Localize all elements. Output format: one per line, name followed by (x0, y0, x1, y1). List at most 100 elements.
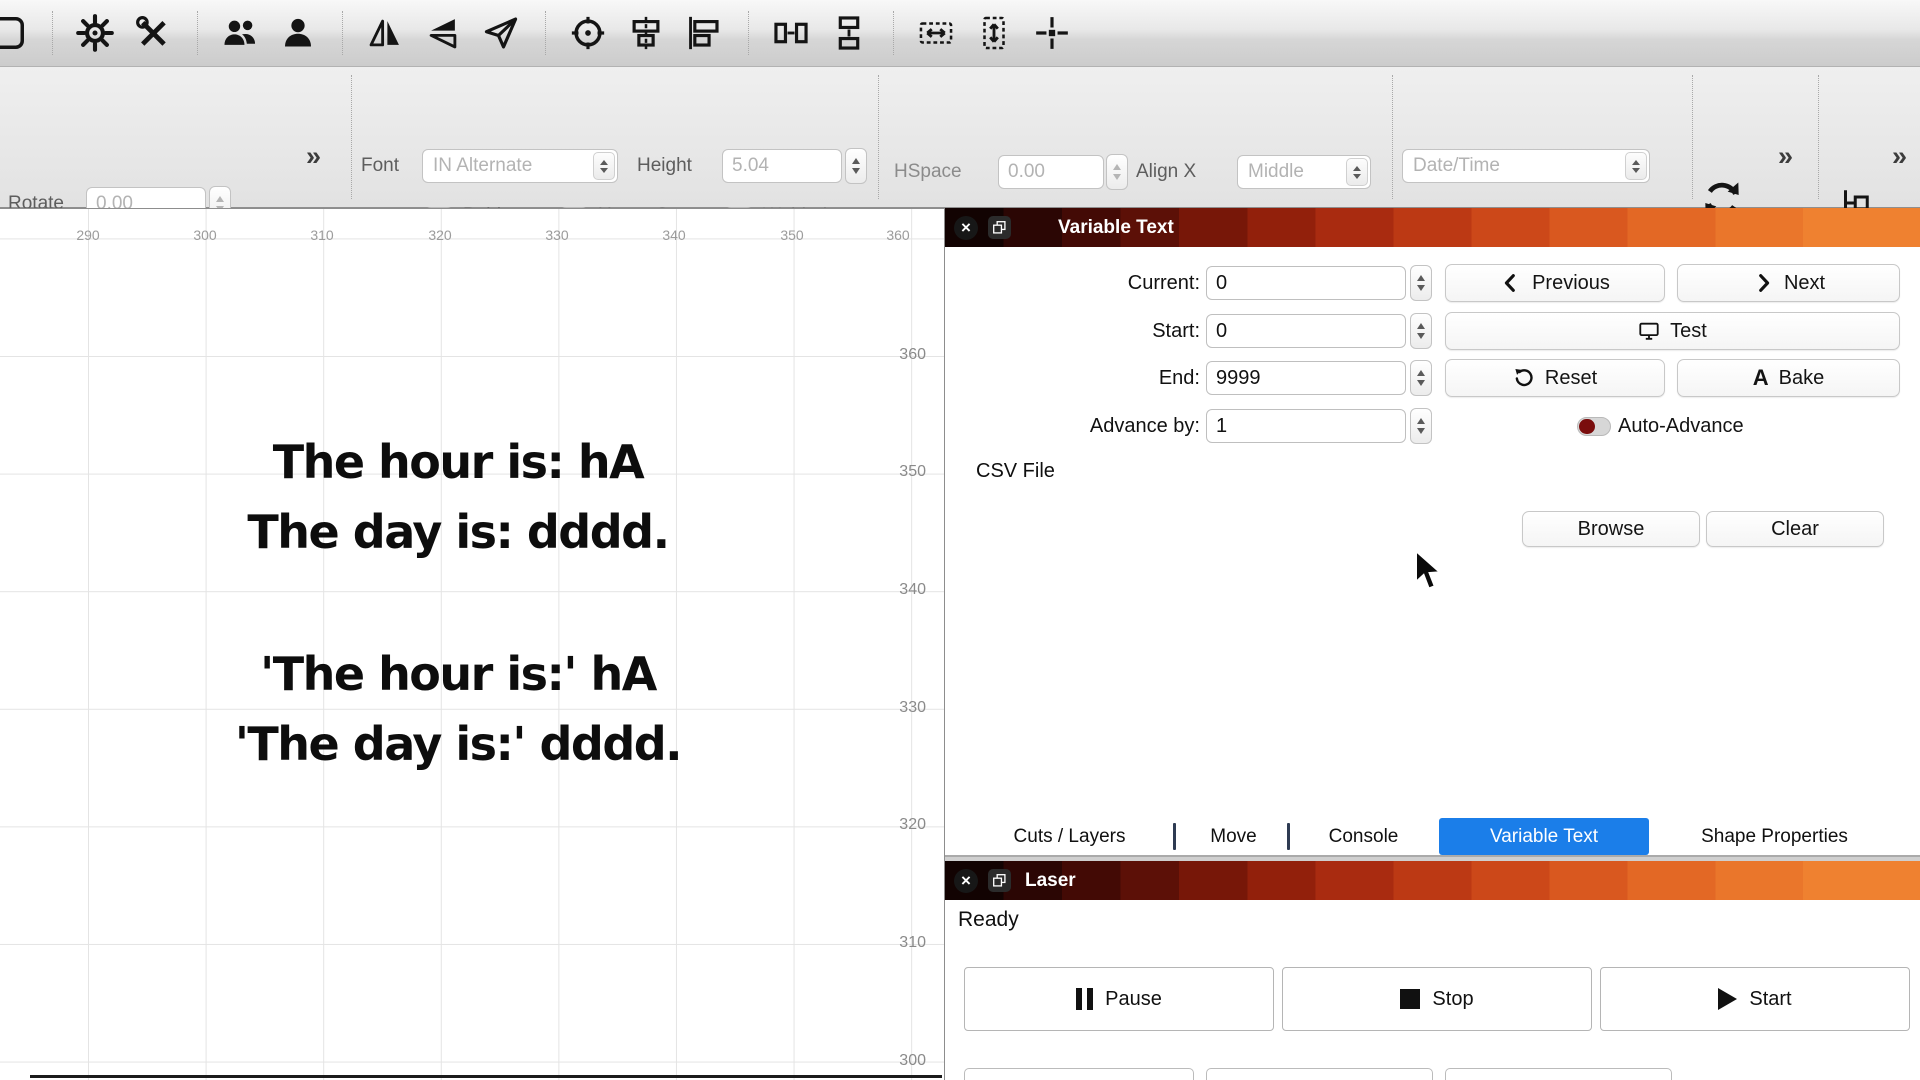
start-stepper[interactable] (1410, 313, 1432, 349)
test-button[interactable]: Test (1445, 312, 1900, 350)
height-stepper[interactable] (845, 148, 867, 184)
chevron-updown-icon (1346, 158, 1368, 186)
end-label: End: (976, 361, 1200, 395)
browse-button[interactable]: Browse (1522, 511, 1700, 547)
ruler-right-label: 340 (884, 581, 926, 599)
overflow-chevron-icon[interactable]: » (1892, 143, 1907, 170)
stop-button[interactable]: Stop (1282, 967, 1592, 1031)
csv-file-label: CSV File (976, 460, 1055, 483)
workspace-canvas[interactable]: The hour is: hA The day is: dddd. 'The h… (0, 208, 945, 1080)
previous-button[interactable]: Previous (1445, 264, 1665, 302)
current-stepper[interactable] (1410, 265, 1432, 301)
date-time-select[interactable]: Date/Time (1402, 149, 1650, 183)
tab-shape-properties[interactable]: Shape Properties (1659, 818, 1890, 855)
toolbar-group-separator (893, 11, 894, 55)
reset-button[interactable]: Reset (1445, 359, 1665, 397)
resize-height-icon[interactable] (972, 11, 1016, 55)
laser-extra-button[interactable] (964, 1068, 1194, 1080)
height-label: Height (637, 149, 692, 183)
mouse-cursor (1412, 549, 1446, 598)
browse-button-label: Browse (1578, 518, 1645, 541)
hspace-label: HSpace (894, 155, 962, 189)
gear-icon[interactable] (73, 11, 117, 55)
resize-width-icon[interactable] (914, 11, 958, 55)
next-button[interactable]: Next (1677, 264, 1900, 302)
overflow-chevron-icon[interactable]: » (306, 143, 321, 170)
panel-title: Laser (1025, 861, 1076, 900)
auto-advance-label: Auto-Advance (1618, 415, 1744, 438)
tab-move[interactable]: Move (1194, 818, 1273, 855)
distribute-horizontal-icon[interactable] (769, 11, 813, 55)
advance-by-input[interactable] (1206, 409, 1406, 443)
canvas-text-line[interactable]: 'The day is:' dddd. (0, 717, 916, 771)
close-icon[interactable]: × (954, 216, 978, 240)
clear-button[interactable]: Clear (1706, 511, 1884, 547)
laser-extra-button[interactable] (1206, 1068, 1433, 1080)
current-input[interactable] (1206, 266, 1406, 300)
ruler-top-label: 290 (68, 227, 108, 243)
application-window: » Rotate Font IN Alternate Height Bold I… (0, 0, 1920, 1080)
hspace-stepper[interactable] (1106, 154, 1128, 190)
pause-icon (1076, 988, 1093, 1010)
bake-button[interactable]: A Bake (1677, 359, 1900, 397)
font-select-value: IN Alternate (433, 155, 589, 177)
ruler-top-label: 350 (772, 227, 812, 243)
auto-advance-toggle[interactable]: Auto-Advance (1577, 415, 1744, 437)
date-time-select-value: Date/Time (1413, 155, 1621, 177)
height-input[interactable] (722, 149, 842, 183)
toolbar-group-separator (52, 11, 53, 55)
main-toolbar (0, 0, 1920, 67)
distribute-vertical-icon[interactable] (827, 11, 871, 55)
target-icon[interactable] (566, 11, 610, 55)
overflow-chevron-icon[interactable]: » (1778, 143, 1793, 170)
canvas-text-line[interactable]: The day is: dddd. (0, 505, 916, 559)
ruler-top-label: 320 (420, 227, 460, 243)
current-label: Current: (976, 266, 1200, 300)
pause-button[interactable]: Pause (964, 967, 1274, 1031)
tab-divider (1173, 823, 1176, 850)
tab-variable-text[interactable]: Variable Text (1439, 818, 1649, 855)
reset-icon (1513, 367, 1535, 389)
flip-horizontal-icon[interactable] (363, 11, 407, 55)
align-edges-icon[interactable] (682, 11, 726, 55)
end-input[interactable] (1206, 361, 1406, 395)
laser-extra-button[interactable] (1445, 1068, 1672, 1080)
ruler-top-label: 300 (185, 227, 225, 243)
float-window-icon[interactable] (988, 869, 1011, 892)
hspace-input[interactable] (998, 155, 1104, 189)
laser-titlebar[interactable]: × Laser (945, 861, 1920, 900)
advance-by-label: Advance by: (976, 409, 1200, 443)
chevron-left-icon (1500, 272, 1522, 294)
window-icon[interactable] (0, 11, 30, 55)
ruler-right-label: 360 (884, 346, 926, 364)
next-button-label: Next (1784, 272, 1825, 295)
tab-console[interactable]: Console (1300, 818, 1427, 855)
user-icon[interactable] (276, 11, 320, 55)
auto-advance-toggle-switch[interactable] (1577, 417, 1611, 436)
float-window-icon[interactable] (988, 216, 1011, 239)
advance-by-stepper[interactable] (1410, 408, 1432, 444)
chevron-updown-icon (593, 152, 615, 180)
align-x-label: Align X (1136, 155, 1196, 189)
align-x-select[interactable]: Middle (1237, 155, 1371, 189)
align-centers-icon[interactable] (624, 11, 668, 55)
close-icon[interactable]: × (954, 869, 978, 893)
users-icon[interactable] (218, 11, 262, 55)
font-select[interactable]: IN Alternate (422, 149, 618, 183)
send-icon[interactable] (479, 11, 523, 55)
test-button-label: Test (1670, 320, 1707, 343)
end-stepper[interactable] (1410, 360, 1432, 396)
start-input[interactable] (1206, 314, 1406, 348)
canvas-text-line[interactable]: The hour is: hA (0, 435, 916, 489)
variable-text-titlebar[interactable]: × Variable Text (945, 208, 1920, 247)
toolbar-group-separator (748, 11, 749, 55)
ruler-top-label: 330 (537, 227, 577, 243)
text-toolbar: » Rotate Font IN Alternate Height Bold I… (0, 67, 1920, 208)
flip-vertical-icon[interactable] (421, 11, 465, 55)
ruler-top-label: 310 (302, 227, 342, 243)
start-button[interactable]: Start (1600, 967, 1910, 1031)
canvas-text-line[interactable]: 'The hour is:' hA (0, 647, 916, 701)
tab-cuts-layers[interactable]: Cuts / Layers (976, 818, 1163, 855)
nudge-icon[interactable] (1030, 11, 1074, 55)
tools-icon[interactable] (131, 11, 175, 55)
